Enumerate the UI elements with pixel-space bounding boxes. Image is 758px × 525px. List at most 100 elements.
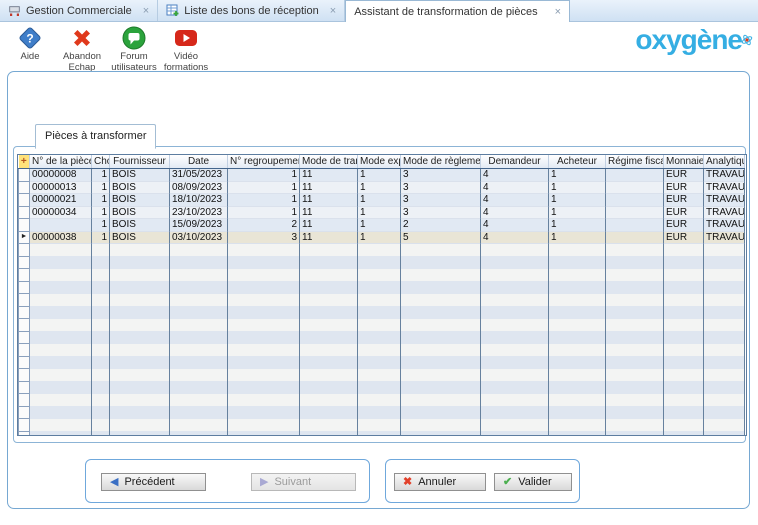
grid-cell[interactable]: 1	[92, 231, 110, 244]
grid-cell[interactable]	[30, 219, 92, 232]
grid-row[interactable]: 1BOIS15/09/20232111241EURTRAVAUX	[19, 219, 745, 232]
grid-cell[interactable]: 4	[481, 194, 549, 207]
grid-cell[interactable]	[606, 206, 664, 219]
column-header[interactable]: Demandeur	[481, 155, 549, 169]
grid-cell[interactable]: 4	[481, 219, 549, 232]
validate-button[interactable]: ✔ Valider	[494, 473, 572, 491]
current-row-marker[interactable]: ►	[19, 231, 30, 244]
grid-cell[interactable]	[606, 231, 664, 244]
grid-cell[interactable]: 1	[358, 219, 401, 232]
column-header[interactable]: Monnaie	[664, 155, 704, 169]
column-header[interactable]: Analytique	[704, 155, 745, 169]
row-selector[interactable]	[19, 219, 30, 232]
grid-cell[interactable]: TRAVAUX	[704, 206, 745, 219]
grid-cell[interactable]: 11	[300, 231, 358, 244]
grid-cell[interactable]: 4	[481, 206, 549, 219]
grid-cell[interactable]: TRAVAUX	[704, 194, 745, 207]
cancel-button[interactable]: ✖ Annuler	[394, 473, 486, 491]
column-header[interactable]: Mode expéd.	[358, 155, 401, 169]
grid-cell[interactable]: BOIS	[110, 169, 170, 182]
row-selector[interactable]	[19, 206, 30, 219]
grid-cell[interactable]: BOIS	[110, 219, 170, 232]
grid-cell[interactable]: EUR	[664, 169, 704, 182]
grid-cell[interactable]: EUR	[664, 181, 704, 194]
grid-cell[interactable]: 3	[228, 231, 300, 244]
grid-cell[interactable]: BOIS	[110, 206, 170, 219]
column-header[interactable]: N° de la pièce	[30, 155, 92, 169]
tab-gestion-commerciale[interactable]: Gestion Commerciale ×	[0, 0, 158, 21]
grid-cell[interactable]: 1	[549, 169, 606, 182]
grid-cell[interactable]: 1	[549, 194, 606, 207]
tab-pieces-a-transformer[interactable]: Pièces à transformer	[35, 124, 156, 149]
close-icon[interactable]: ×	[330, 5, 336, 17]
grid-cell[interactable]: BOIS	[110, 231, 170, 244]
grid-plus-icon[interactable]: +	[19, 155, 30, 169]
grid-cell[interactable]: 00000013	[30, 181, 92, 194]
previous-button[interactable]: ◀ Précédent	[101, 473, 206, 491]
row-selector[interactable]	[19, 181, 30, 194]
grid-row[interactable]: 000000081BOIS31/05/20231111341EURTRAVAUX	[19, 169, 745, 182]
grid-cell[interactable]: 11	[300, 206, 358, 219]
grid-cell[interactable]: 1	[228, 181, 300, 194]
grid-cell[interactable]: 3	[401, 194, 481, 207]
grid-cell[interactable]: TRAVAUX	[704, 181, 745, 194]
grid-cell[interactable]	[606, 219, 664, 232]
grid-cell[interactable]: EUR	[664, 231, 704, 244]
grid-cell[interactable]: TRAVAUX	[704, 219, 745, 232]
tab-assistant-transformation[interactable]: Assistant de transformation de pièces ×	[345, 0, 570, 22]
grid-cell[interactable]: 2	[228, 219, 300, 232]
column-header[interactable]: Mode de règlement	[401, 155, 481, 169]
grid-cell[interactable]: 2	[401, 219, 481, 232]
tab-liste-bons-reception[interactable]: Liste des bons de réception ×	[158, 0, 345, 21]
grid-cell[interactable]: 1	[358, 194, 401, 207]
row-selector[interactable]	[19, 194, 30, 207]
column-header[interactable]: Régime fiscal	[606, 155, 664, 169]
grid-cell[interactable]: 1	[549, 231, 606, 244]
grid-cell[interactable]	[606, 169, 664, 182]
grid-cell[interactable]: 1	[92, 181, 110, 194]
grid-cell[interactable]: 11	[300, 181, 358, 194]
grid-cell[interactable]: 4	[481, 181, 549, 194]
grid-cell[interactable]: 11	[300, 194, 358, 207]
grid-cell[interactable]: 1	[549, 206, 606, 219]
grid-cell[interactable]: 23/10/2023	[170, 206, 228, 219]
next-button[interactable]: ▶ Suivant	[251, 473, 356, 491]
grid-cell[interactable]: 1	[92, 219, 110, 232]
grid-cell[interactable]: 1	[358, 231, 401, 244]
column-header[interactable]: Acheteur	[549, 155, 606, 169]
column-header[interactable]: Date	[170, 155, 228, 169]
grid-cell[interactable]: EUR	[664, 219, 704, 232]
grid-cell[interactable]	[606, 181, 664, 194]
grid-cell[interactable]: 11	[300, 219, 358, 232]
grid-cell[interactable]: 08/09/2023	[170, 181, 228, 194]
grid-cell[interactable]: 1	[92, 206, 110, 219]
grid-cell[interactable]: 1	[92, 169, 110, 182]
grid-cell[interactable]: TRAVAUX	[704, 169, 745, 182]
grid-cell[interactable]: TRAVAUX	[704, 231, 745, 244]
grid-cell[interactable]: 00000008	[30, 169, 92, 182]
close-icon[interactable]: ×	[143, 5, 149, 17]
grid-cell[interactable]: 1	[358, 206, 401, 219]
column-header[interactable]: Choi	[92, 155, 110, 169]
grid-cell[interactable]: 03/10/2023	[170, 231, 228, 244]
abort-button[interactable]: Abandon Echap	[56, 25, 108, 74]
grid-cell[interactable]: 1	[228, 206, 300, 219]
grid-cell[interactable]: 3	[401, 181, 481, 194]
grid-cell[interactable]: 1	[228, 194, 300, 207]
grid-cell[interactable]: 00000034	[30, 206, 92, 219]
row-selector[interactable]	[19, 169, 30, 182]
grid-cell[interactable]: 5	[401, 231, 481, 244]
grid-cell[interactable]: 4	[481, 169, 549, 182]
grid-cell[interactable]: 3	[401, 169, 481, 182]
grid-cell[interactable]: BOIS	[110, 194, 170, 207]
grid-row[interactable]: 000000131BOIS08/09/20231111341EURTRAVAUX	[19, 181, 745, 194]
close-icon[interactable]: ×	[555, 6, 561, 18]
grid-cell[interactable]: 3	[401, 206, 481, 219]
forum-button[interactable]: Forum utilisateurs	[108, 25, 160, 74]
grid-cell[interactable]: 00000021	[30, 194, 92, 207]
grid-row[interactable]: ►000000381BOIS03/10/20233111541EURTRAVAU…	[19, 231, 745, 244]
grid-row[interactable]: 000000211BOIS18/10/20231111341EURTRAVAUX	[19, 194, 745, 207]
grid-cell[interactable]: 00000038	[30, 231, 92, 244]
grid-cell[interactable]: 1	[549, 219, 606, 232]
grid-cell[interactable]: 31/05/2023	[170, 169, 228, 182]
